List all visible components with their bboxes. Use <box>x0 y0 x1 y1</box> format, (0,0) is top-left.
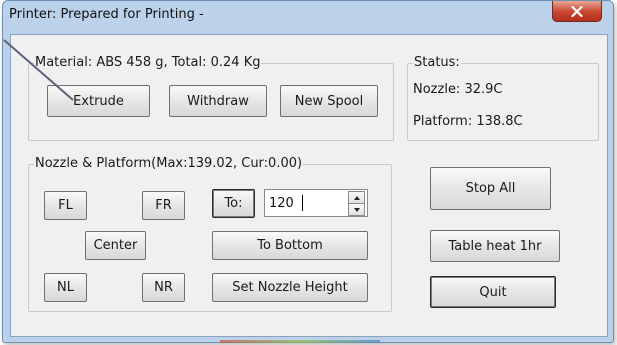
new-spool-button[interactable]: New Spool <box>280 85 378 117</box>
fl-button[interactable]: FL <box>44 191 87 220</box>
status-legend: Status: <box>413 55 461 71</box>
arrow-down-icon <box>353 207 360 212</box>
nr-button[interactable]: NR <box>142 273 185 302</box>
nozzle-platform-legend: Nozzle & Platform(Max:139.02, Cur:0.00) <box>34 156 304 172</box>
to-bottom-button[interactable]: To Bottom <box>212 231 368 260</box>
to-value-input[interactable] <box>269 193 347 213</box>
nl-button[interactable]: NL <box>44 273 87 302</box>
title-bar[interactable]: Printer: Prepared for Printing - <box>3 1 613 35</box>
close-icon <box>571 5 583 17</box>
nozzle-temperature: Nozzle: 32.9C <box>413 82 503 97</box>
center-button[interactable]: Center <box>85 231 146 260</box>
fr-button[interactable]: FR <box>142 191 185 220</box>
arrow-up-icon <box>353 195 360 200</box>
dialog-client-area: Material: ABS 458 g, Total: 0.24 Kg Extr… <box>10 34 608 337</box>
set-nozzle-height-button[interactable]: Set Nozzle Height <box>212 273 368 302</box>
spin-down-button[interactable] <box>348 203 365 216</box>
platform-temperature: Platform: 138.8C <box>413 114 523 129</box>
to-button[interactable]: To: <box>212 189 255 218</box>
quit-button[interactable]: Quit <box>430 276 556 308</box>
withdraw-button[interactable]: Withdraw <box>169 85 267 117</box>
text-caret <box>302 195 303 211</box>
printer-window: Printer: Prepared for Printing - Materia… <box>2 0 614 343</box>
table-heat-button[interactable]: Table heat 1hr <box>430 230 560 262</box>
status-group: Status: Nozzle: 32.9C Platform: 138.8C <box>407 55 599 141</box>
taskbar-strip <box>220 340 380 343</box>
to-value-spinner[interactable] <box>264 189 368 217</box>
nozzle-platform-group: Nozzle & Platform(Max:139.02, Cur:0.00) … <box>28 156 392 312</box>
stop-all-button[interactable]: Stop All <box>430 167 551 210</box>
close-button[interactable] <box>552 1 602 22</box>
mouse-pointer-icon <box>3 39 74 101</box>
